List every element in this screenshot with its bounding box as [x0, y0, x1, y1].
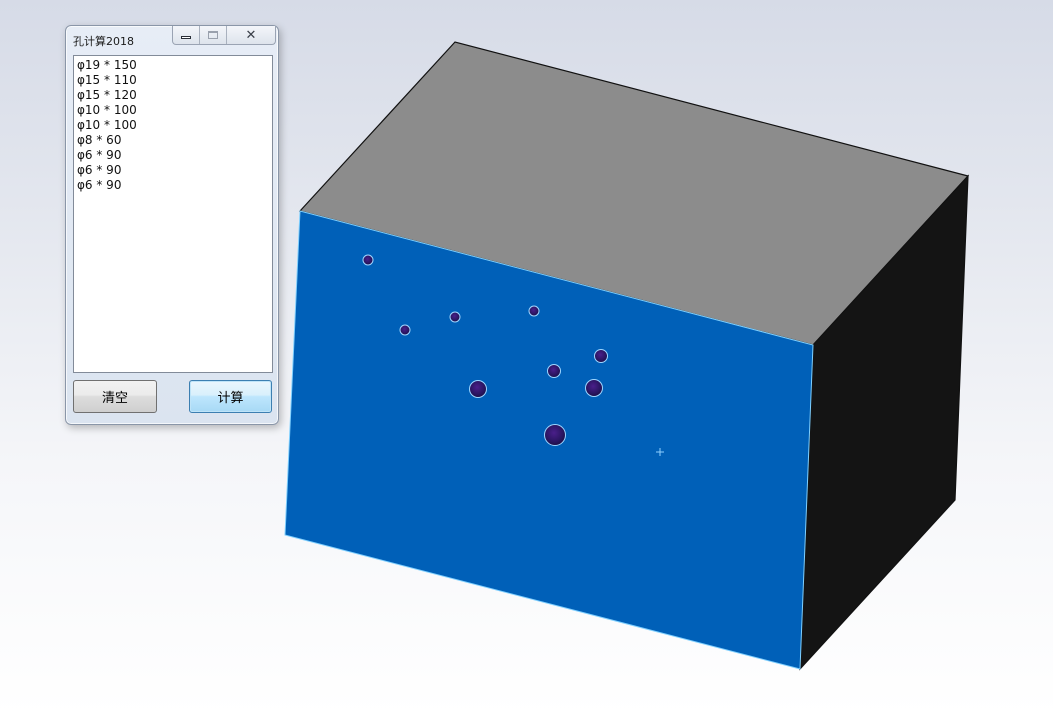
- maximize-icon: [208, 31, 218, 39]
- hole[interactable]: [399, 324, 411, 336]
- window-controls: ✕: [172, 26, 276, 45]
- window-title: 孔计算2018: [73, 35, 134, 48]
- list-item[interactable]: φ15 * 120: [77, 88, 269, 103]
- minimize-button[interactable]: [173, 26, 200, 44]
- hole[interactable]: [528, 305, 540, 317]
- title-bar[interactable]: 孔计算2018 ✕: [66, 26, 278, 52]
- hole[interactable]: [594, 349, 608, 363]
- hole-list[interactable]: φ19 * 150 φ15 * 110 φ15 * 120 φ10 * 100 φ10 …: [73, 55, 273, 373]
- close-button[interactable]: ✕: [227, 26, 275, 44]
- list-item[interactable]: φ6 * 90: [77, 163, 269, 178]
- hole[interactable]: [469, 380, 487, 398]
- list-item[interactable]: φ19 * 150: [77, 58, 269, 73]
- hole[interactable]: [362, 254, 374, 266]
- hole[interactable]: [585, 379, 603, 397]
- hole[interactable]: [449, 311, 461, 323]
- maximize-button[interactable]: [200, 26, 227, 44]
- clear-button[interactable]: 清空: [73, 380, 157, 413]
- hole[interactable]: [547, 364, 561, 378]
- list-item[interactable]: φ15 * 110: [77, 73, 269, 88]
- close-icon: ✕: [245, 27, 257, 43]
- list-item[interactable]: φ10 * 100: [77, 118, 269, 133]
- minimize-icon: [181, 35, 191, 39]
- list-item[interactable]: φ6 * 90: [77, 178, 269, 193]
- hole-calc-dialog: 孔计算2018 ✕ φ19 * 150 φ15 * 110 φ15 * 120 φ10…: [65, 25, 279, 425]
- list-item[interactable]: φ10 * 100: [77, 103, 269, 118]
- list-item[interactable]: φ6 * 90: [77, 148, 269, 163]
- calculate-button[interactable]: 计算: [189, 380, 272, 413]
- hole[interactable]: [544, 424, 566, 446]
- list-item[interactable]: φ8 * 60: [77, 133, 269, 148]
